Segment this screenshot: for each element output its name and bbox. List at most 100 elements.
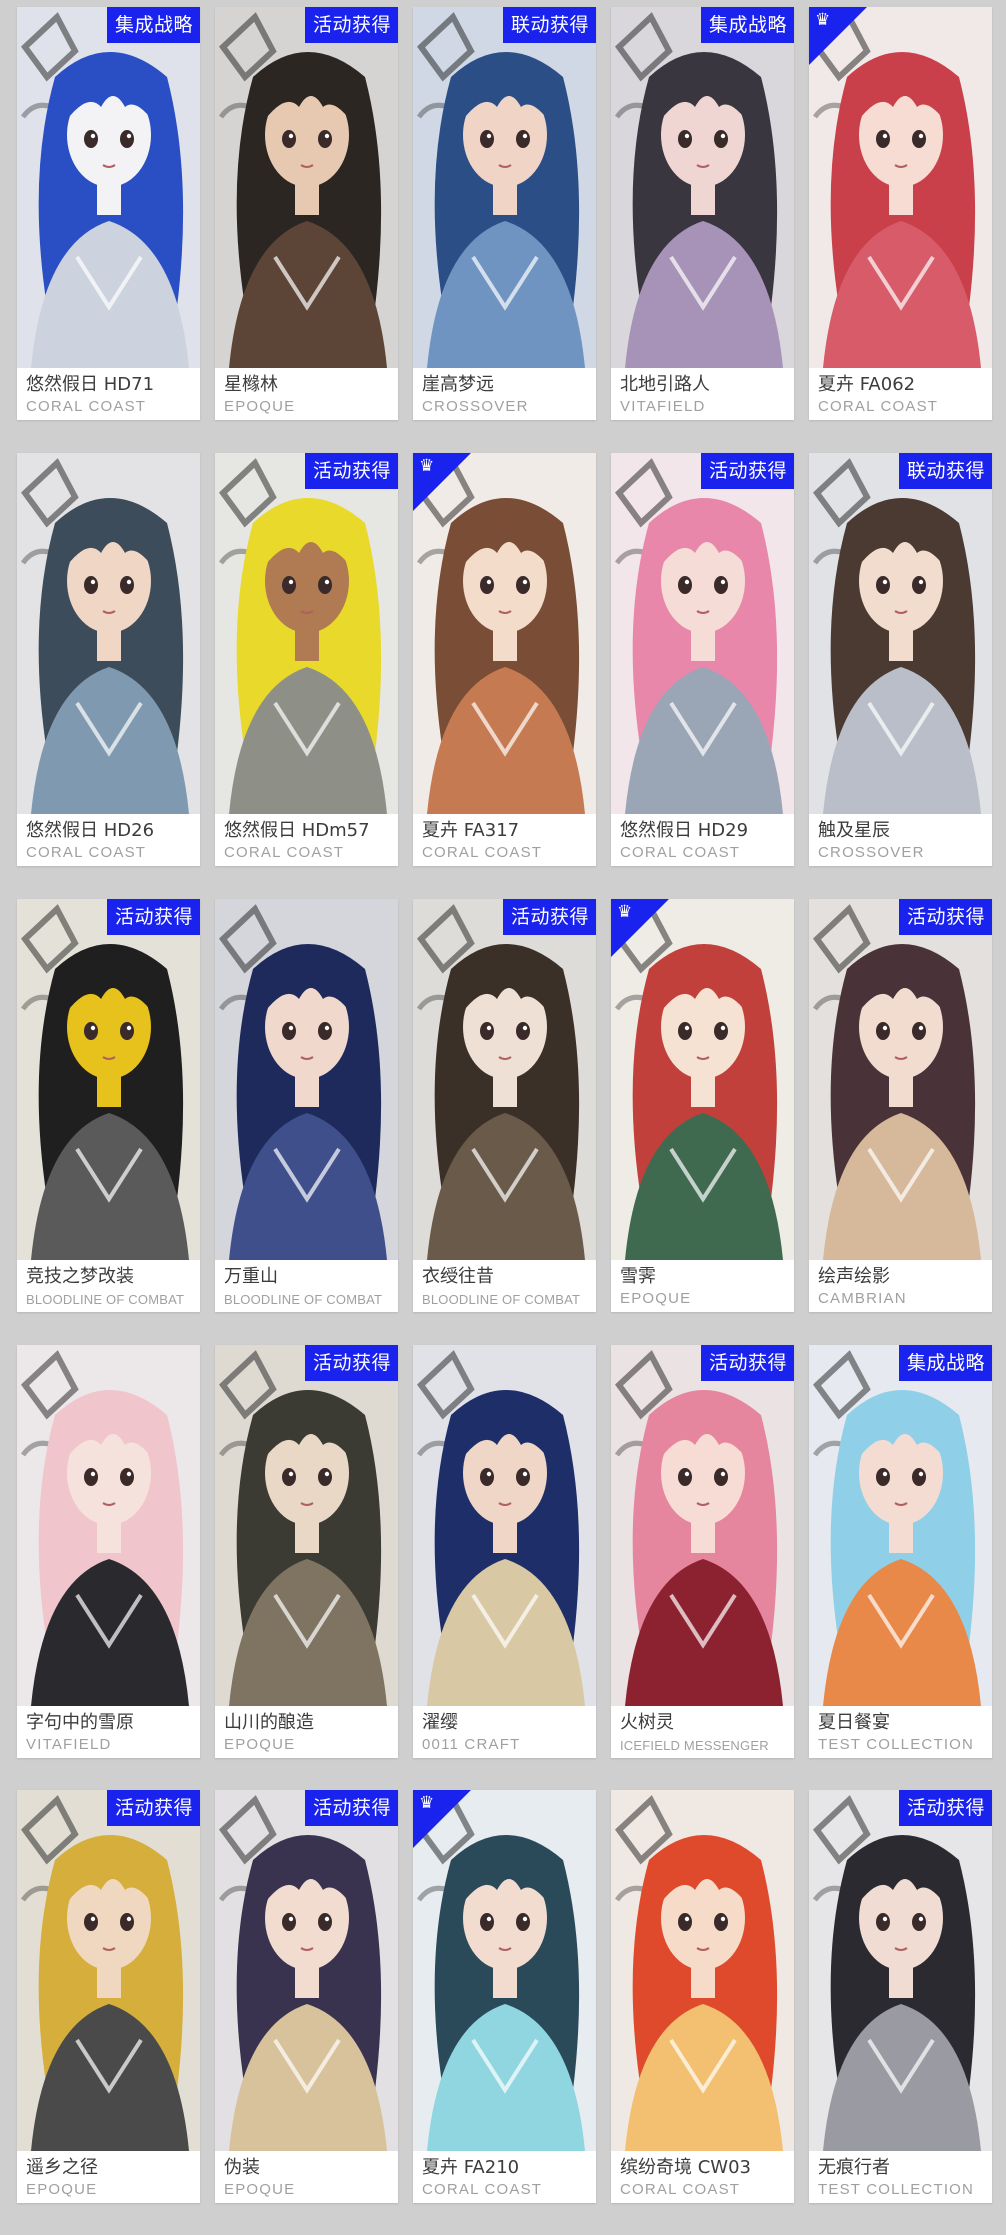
skin-card[interactable]: 联动获得 触及星辰 CROSSOVER	[809, 453, 992, 866]
brand-name: 0011 CRAFT	[422, 1736, 521, 1753]
skin-name: 绘声绘影	[818, 1266, 890, 1287]
acquisition-badge: 活动获得	[304, 1345, 398, 1381]
character-portrait	[215, 1345, 398, 1706]
brand-name: CROSSOVER	[422, 398, 529, 415]
brand-name: BLOODLINE OF COMBAT	[422, 1292, 581, 1307]
skin-caption: 字句中的雪原 VITAFIELD	[17, 1706, 200, 1758]
skin-artwork	[413, 7, 596, 368]
skin-artwork	[611, 1790, 794, 2151]
character-portrait	[809, 1345, 992, 1706]
skin-caption: 悠然假日 HD26 CORAL COAST	[17, 814, 200, 866]
brand-name: EPOQUE	[224, 398, 296, 415]
skin-card[interactable]: 活动获得 绘声绘影 CAMBRIAN	[809, 899, 992, 1312]
skin-caption: 夏卉 FA317 CORAL COAST	[413, 814, 596, 866]
character-portrait	[611, 7, 794, 368]
skin-name: 竞技之梦改装	[26, 1266, 134, 1287]
skin-artwork	[809, 899, 992, 1260]
brand-name: ICEFIELD MESSENGER	[620, 1738, 769, 1753]
skin-artwork	[611, 7, 794, 368]
brand-name: TEST COLLECTION	[818, 1736, 975, 1753]
acquisition-badge: 联动获得	[502, 7, 596, 43]
crown-badge-icon: ♛	[617, 902, 633, 922]
acquisition-badge: 集成战略	[898, 1345, 992, 1381]
skin-card[interactable]: 集成战略 北地引路人 VITAFIELD	[611, 7, 794, 420]
skin-artwork	[215, 1345, 398, 1706]
character-portrait	[17, 899, 200, 1260]
character-portrait	[413, 1345, 596, 1706]
brand-name: VITAFIELD	[620, 398, 706, 415]
skin-name: 悠然假日 HDm57	[224, 820, 370, 841]
skin-card[interactable]: 活动获得 山川的酿造 EPOQUE	[215, 1345, 398, 1758]
skin-name: 触及星辰	[818, 820, 890, 841]
acquisition-badge: 活动获得	[304, 7, 398, 43]
skin-card[interactable]: ♛ 夏卉 FA062 CORAL COAST	[809, 7, 992, 420]
brand-name: BLOODLINE OF COMBAT	[224, 1292, 383, 1307]
skin-name: 字句中的雪原	[26, 1712, 134, 1733]
skin-artwork	[215, 1790, 398, 2151]
skin-card[interactable]: 活动获得 悠然假日 HDm57 CORAL COAST	[215, 453, 398, 866]
acquisition-badge: 活动获得	[898, 1790, 992, 1826]
skin-card[interactable]: 活动获得 悠然假日 HD29 CORAL COAST	[611, 453, 794, 866]
skin-card[interactable]: 活动获得 伪装 EPOQUE	[215, 1790, 398, 2203]
skin-name: 伪装	[224, 2157, 260, 2178]
skin-caption: 夏卉 FA062 CORAL COAST	[809, 368, 992, 420]
character-portrait	[17, 1345, 200, 1706]
skin-caption: 北地引路人 VITAFIELD	[611, 368, 794, 420]
skin-caption: 夏卉 FA210 CORAL COAST	[413, 2151, 596, 2203]
skin-name: 夏日餐宴	[818, 1712, 890, 1733]
skin-artwork	[215, 899, 398, 1260]
skin-caption: 夏日餐宴 TEST COLLECTION	[809, 1706, 992, 1758]
skin-name: 火树灵	[620, 1712, 674, 1733]
skin-card[interactable]: 活动获得竞技之梦改装 BLOODLINE OF COMBAT	[17, 899, 200, 1312]
brand-name: CORAL COAST	[818, 398, 939, 415]
brand-name: TEST COLLECTION	[818, 2181, 975, 2198]
character-portrait	[809, 899, 992, 1260]
character-portrait	[215, 7, 398, 368]
skin-artwork	[17, 453, 200, 814]
crown-badge-icon: ♛	[419, 456, 435, 476]
skin-artwork	[17, 1790, 200, 2151]
skin-artwork	[611, 453, 794, 814]
skin-caption: 濯缨 0011 CRAFT	[413, 1706, 596, 1758]
skin-card[interactable]: 联动获得 崖高梦远 CROSSOVER	[413, 7, 596, 420]
skin-caption: 竞技之梦改装 BLOODLINE OF COMBAT	[17, 1260, 200, 1312]
brand-name: CORAL COAST	[224, 844, 345, 861]
skin-card[interactable]: 字句中的雪原 VITAFIELD	[17, 1345, 200, 1758]
skin-name: 夏卉 FA210	[422, 2157, 520, 2178]
acquisition-badge: 活动获得	[700, 453, 794, 489]
character-portrait	[413, 7, 596, 368]
skin-artwork	[413, 1345, 596, 1706]
acquisition-badge: 活动获得	[106, 899, 200, 935]
skin-card[interactable]: 悠然假日 HD26 CORAL COAST	[17, 453, 200, 866]
skin-card[interactable]: 活动获得 星橼林 EPOQUE	[215, 7, 398, 420]
skin-caption: 伪装 EPOQUE	[215, 2151, 398, 2203]
skin-name: 无痕行者	[818, 2157, 890, 2178]
skin-name: 万重山	[224, 1266, 278, 1287]
character-portrait	[809, 1790, 992, 2151]
skin-name: 濯缨	[422, 1712, 458, 1733]
skin-card[interactable]: 活动获得 衣绶往昔 BLOODLINE OF COMBAT	[413, 899, 596, 1312]
character-portrait	[611, 1790, 794, 2151]
skin-artwork	[413, 899, 596, 1260]
skin-artwork	[17, 1345, 200, 1706]
skin-card[interactable]: ♛ 夏卉 FA317 CORAL COAST	[413, 453, 596, 866]
skin-name: 缤纷奇境 CW03	[620, 2157, 751, 2178]
skin-card[interactable]: 活动获得 遥乡之径 EPOQUE	[17, 1790, 200, 2203]
skin-card[interactable]: 缤纷奇境 CW03 CORAL COAST	[611, 1790, 794, 2203]
brand-name: EPOQUE	[224, 2181, 296, 2198]
brand-name: EPOQUE	[620, 1290, 692, 1307]
character-portrait	[17, 1790, 200, 2151]
skin-card[interactable]: 活动获得 火树灵 ICEFIELD MESSENGER	[611, 1345, 794, 1758]
skin-card[interactable]: 万重山 BLOODLINE OF COMBAT	[215, 899, 398, 1312]
brand-name: CORAL COAST	[620, 844, 741, 861]
skin-caption: 雪霁 EPOQUE	[611, 1260, 794, 1312]
skin-card[interactable]: 濯缨 0011 CRAFT	[413, 1345, 596, 1758]
skin-card[interactable]: ♛ 雪霁 EPOQUE	[611, 899, 794, 1312]
brand-name: BLOODLINE OF COMBAT	[26, 1292, 185, 1307]
skin-card[interactable]: ♛ 夏卉 FA210 CORAL COAST	[413, 1790, 596, 2203]
acquisition-badge: 活动获得	[502, 899, 596, 935]
skin-card[interactable]: 集成战略 悠然假日 HD71 CORAL COAST	[17, 7, 200, 420]
skin-card[interactable]: 集成战略夏日餐宴 TEST COLLECTION	[809, 1345, 992, 1758]
acquisition-badge: 活动获得	[898, 899, 992, 935]
skin-card[interactable]: 活动获得无痕行者 TEST COLLECTION	[809, 1790, 992, 2203]
